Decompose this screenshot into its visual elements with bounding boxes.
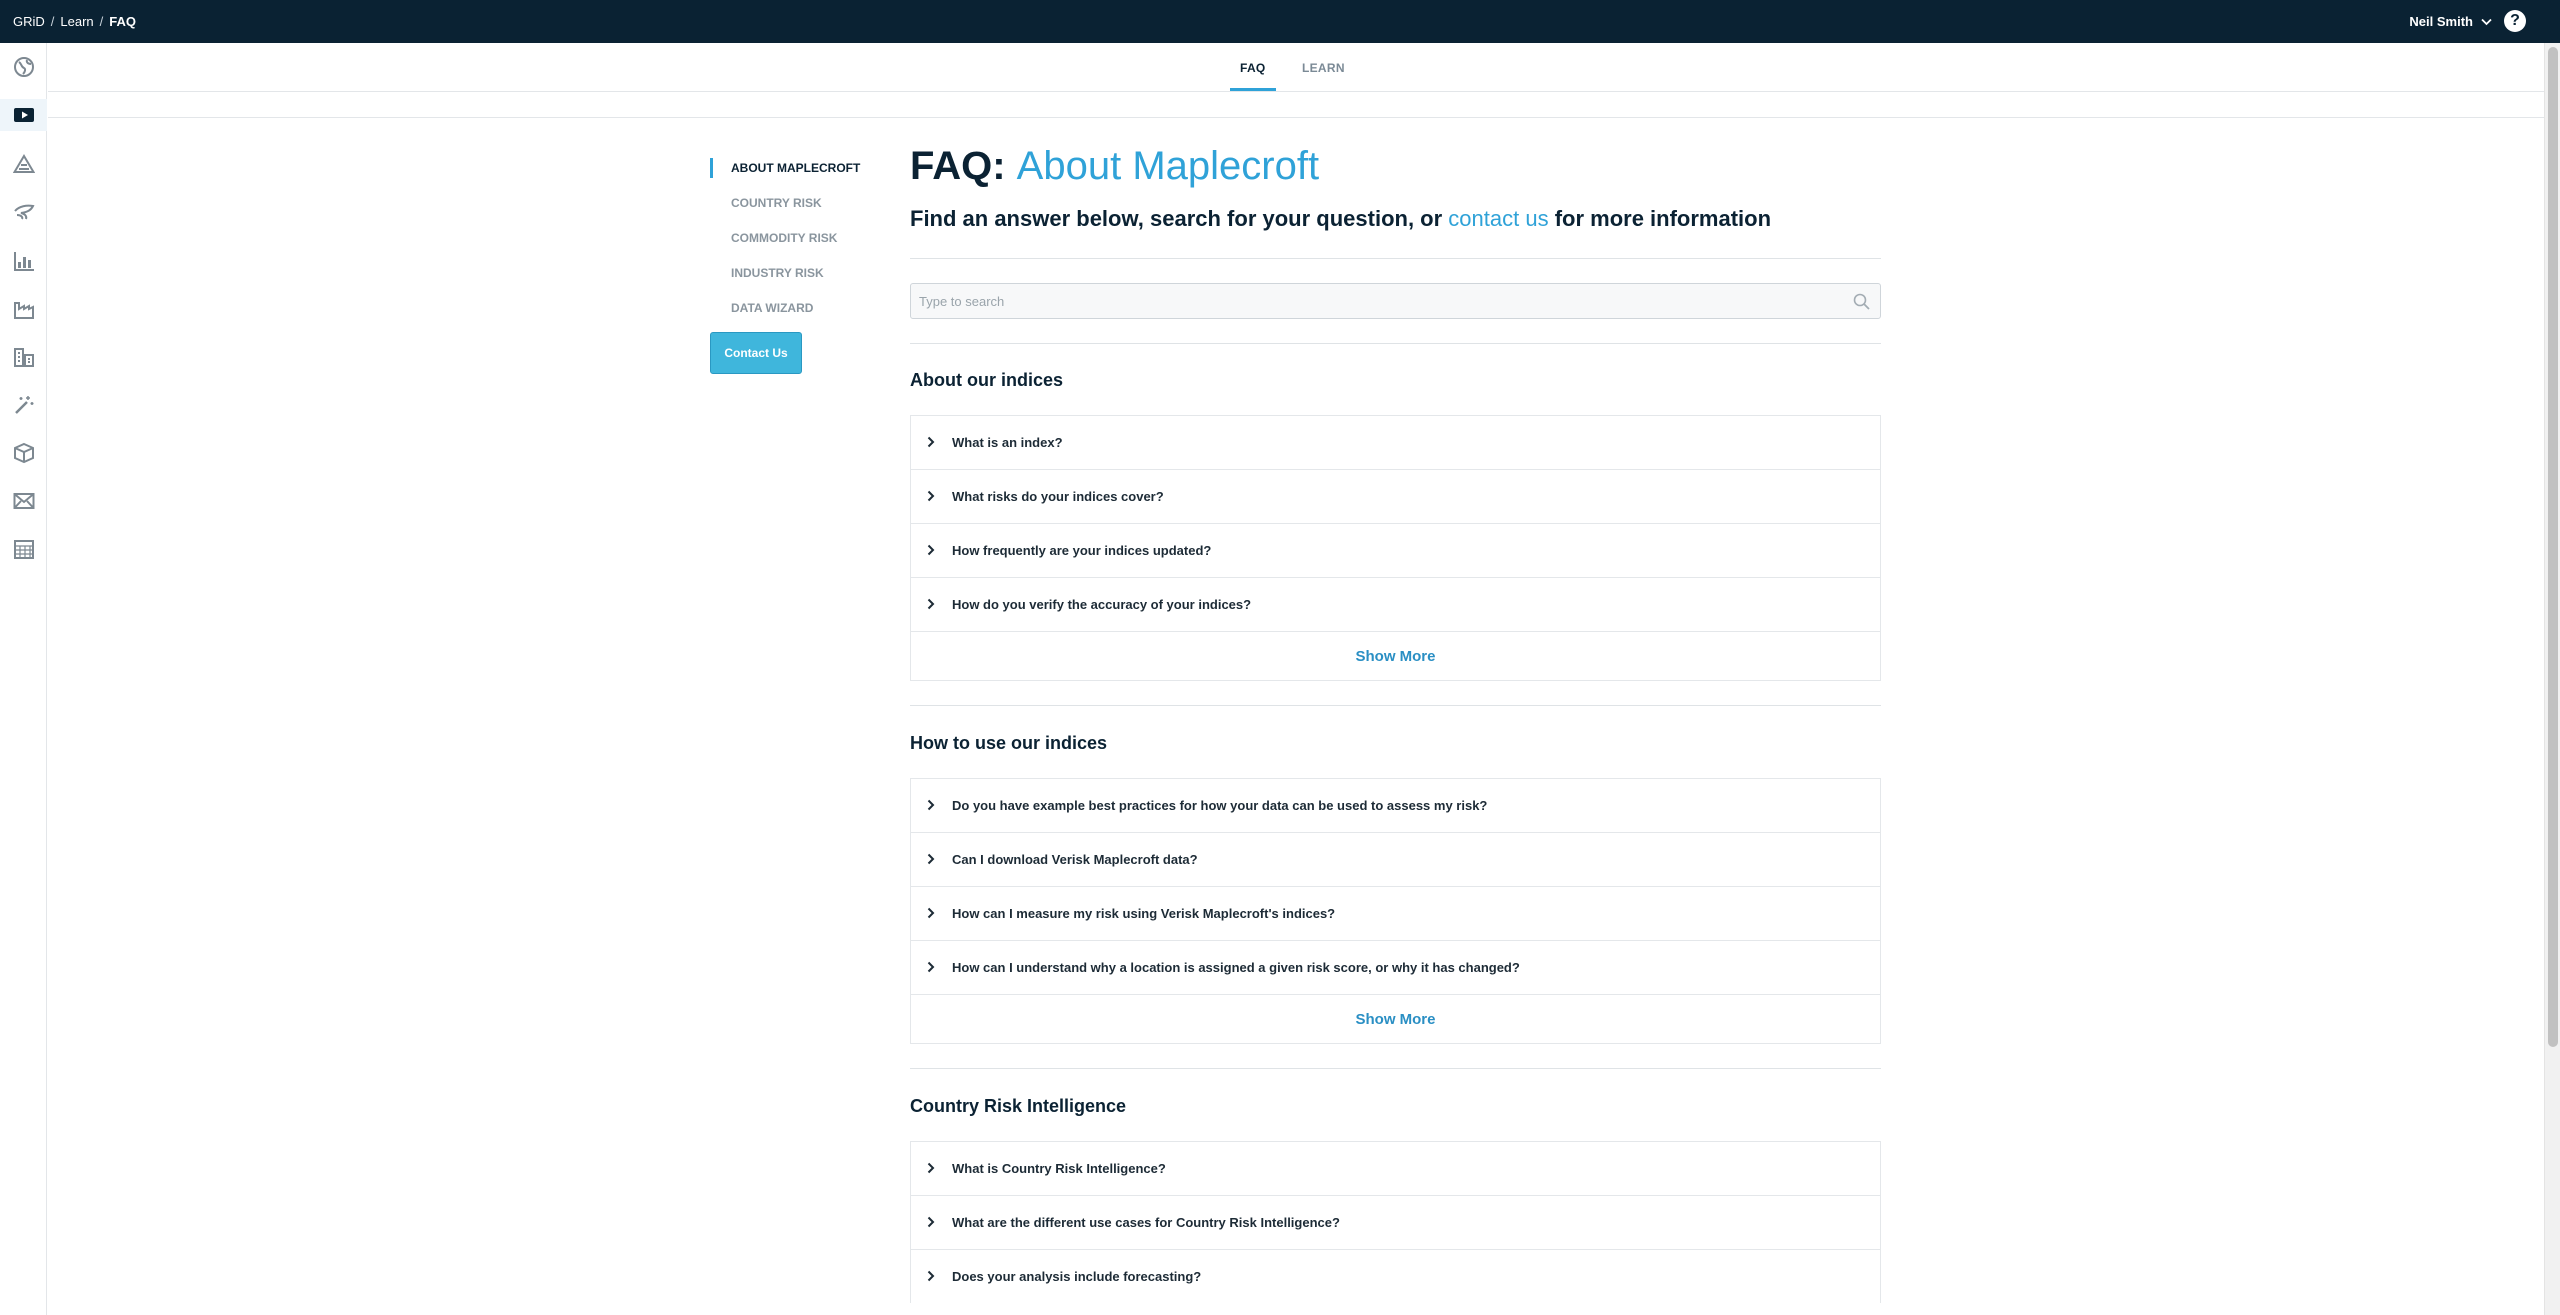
breadcrumb-separator: / [99,14,104,29]
faq-list-country-risk: What is Country Risk Intelligence? What … [910,1141,1881,1303]
user-name: Neil Smith [2409,14,2473,29]
wand-icon[interactable] [0,389,47,421]
faq-question-text: How can I understand why a location is a… [952,960,1520,975]
faq-side-nav: ABOUT MAPLECROFT COUNTRY RISK COMMODITY … [710,158,870,333]
chevron-right-icon [927,598,935,610]
breadcrumb-current: FAQ [109,14,137,29]
page-title-bold: FAQ: [910,144,1006,188]
buildings-icon[interactable] [0,341,47,373]
main-content: FAQ: About Maplecroft Find an answer bel… [910,140,1881,1303]
faq-list-about-indices: What is an index? What risks do your ind… [910,415,1881,681]
mail-icon[interactable] [0,485,47,517]
user-menu[interactable]: Neil Smith [2409,14,2492,29]
breadcrumb-learn[interactable]: Learn [60,14,93,29]
sidenav-item-commodity-risk[interactable]: COMMODITY RISK [710,228,870,263]
chevron-right-icon [927,1162,935,1174]
faq-question[interactable]: How can I understand why a location is a… [910,940,1881,994]
section-title-how-to-use: How to use our indices [910,733,1108,753]
search-input[interactable] [911,284,1880,318]
faq-question-text: Do you have example best practices for h… [952,798,1488,813]
sidenav-item-country-risk[interactable]: COUNTRY RISK [710,193,870,228]
subtitle-text: Find an answer below, search for your qu… [910,206,1443,231]
commodity-icon[interactable] [0,196,47,228]
faq-question-text: How can I measure my risk using Verisk M… [952,906,1336,921]
subtitle-text-end: for more information [1554,206,1772,231]
chevron-right-icon [927,436,935,448]
globe-icon[interactable] [0,51,47,83]
chevron-right-icon [927,1270,935,1282]
divider [910,258,1881,259]
faq-list-how-to-use: Do you have example best practices for h… [910,778,1881,1044]
contact-us-button[interactable]: Contact Us [710,332,802,374]
help-icon[interactable]: ? [2504,10,2526,32]
faq-question-text: Can I download Verisk Maplecroft data? [952,852,1198,867]
faq-question[interactable]: Does your analysis include forecasting? [910,1249,1881,1303]
faq-question[interactable]: What are the different use cases for Cou… [910,1195,1881,1249]
sidenav-item-about-maplecroft[interactable]: ABOUT MAPLECROFT [710,158,870,193]
contact-us-link[interactable]: contact us [1448,206,1548,231]
left-rail [0,43,47,1315]
chevron-right-icon [927,907,935,919]
faq-question-text: What are the different use cases for Cou… [952,1215,1340,1230]
alert-triangle-icon[interactable] [0,148,47,180]
divider [910,343,1881,344]
section-title-about-indices: About our indices [910,370,1063,390]
faq-question-text: What is Country Risk Intelligence? [952,1161,1166,1176]
tab-faq[interactable]: FAQ [1230,61,1276,91]
divider [910,1068,1881,1069]
chevron-right-icon [927,544,935,556]
chevron-right-icon [927,961,935,973]
chevron-right-icon [927,1216,935,1228]
faq-question[interactable]: What is Country Risk Intelligence? [910,1141,1881,1195]
breadcrumb-grid[interactable]: GRiD [13,14,45,29]
sidenav-item-data-wizard[interactable]: DATA WIZARD [710,298,870,333]
search-box [910,283,1881,319]
section-title-country-risk-intelligence: Country Risk Intelligence [910,1096,1127,1116]
tab-learn[interactable]: LEARN [1302,61,1345,88]
page-subtitle: Find an answer below, search for your qu… [910,206,1881,232]
scrollbar-thumb[interactable] [2548,47,2558,1047]
page-title-light: About Maplecroft [1016,144,1320,188]
chevron-right-icon [927,490,935,502]
faq-question-text: What is an index? [952,435,1063,450]
video-icon[interactable] [0,99,47,131]
tab-bar: FAQ LEARN [48,43,2544,92]
faq-question-text: How frequently are your indices updated? [952,543,1212,558]
faq-question[interactable]: How do you verify the accuracy of your i… [910,577,1881,631]
top-bar: GRiD / Learn / FAQ Neil Smith ? [0,0,2560,43]
faq-question[interactable]: How can I measure my risk using Verisk M… [910,886,1881,940]
faq-question-text: What risks do your indices cover? [952,489,1164,504]
page-scrollbar[interactable] [2544,43,2560,1315]
calendar-icon[interactable] [0,533,47,565]
box-icon[interactable] [0,437,47,469]
breadcrumb-separator: / [50,14,55,29]
show-more-button[interactable]: Show More [910,631,1881,681]
faq-question-text: Does your analysis include forecasting? [952,1269,1202,1284]
chevron-right-icon [927,853,935,865]
sidenav-item-industry-risk[interactable]: INDUSTRY RISK [710,263,870,298]
faq-question[interactable]: Do you have example best practices for h… [910,778,1881,832]
show-more-button[interactable]: Show More [910,994,1881,1044]
chart-icon[interactable] [0,245,47,277]
faq-question-text: How do you verify the accuracy of your i… [952,597,1252,612]
faq-question[interactable]: What is an index? [910,415,1881,469]
search-icon[interactable] [1853,293,1870,310]
faq-question[interactable]: Can I download Verisk Maplecroft data? [910,832,1881,886]
factory-icon[interactable] [0,293,47,325]
page-title: FAQ: About Maplecroft [910,140,1881,192]
chevron-right-icon [927,799,935,811]
divider [48,117,2544,118]
chevron-down-icon [2481,18,2492,25]
breadcrumb: GRiD / Learn / FAQ [13,14,136,29]
faq-question[interactable]: What risks do your indices cover? [910,469,1881,523]
faq-question[interactable]: How frequently are your indices updated? [910,523,1881,577]
divider [910,705,1881,706]
